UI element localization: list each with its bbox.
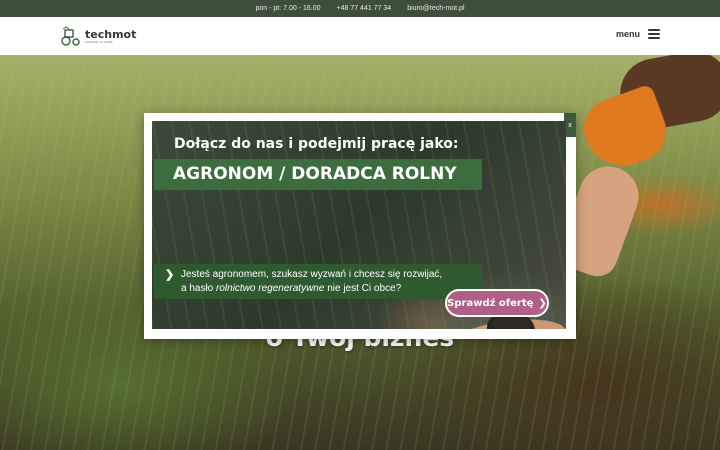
banner-info-line1: Jesteś agronomem, szukasz wyzwań i chces… <box>181 269 443 280</box>
chevron-right-icon: ❯ <box>538 297 547 309</box>
banner-role: AGRONOM / DORADCA ROLNY <box>154 159 482 190</box>
phone-link[interactable]: +48 77 441 77 34 <box>337 5 392 12</box>
banner-info-line2: a hasło rolnictwo regeneratywne nie jest… <box>181 282 482 296</box>
chevron-right-icon: ❯ <box>165 269 175 281</box>
opening-hours: pon - pt: 7.00 - 16.00 <box>255 5 321 12</box>
info-line2-prefix: a hasło <box>181 283 217 294</box>
top-contact-bar: pon - pt: 7.00 - 16.00 +48 77 441 77 34 … <box>0 0 720 17</box>
banner-title: Dołącz do nas i podejmij pracę jako: <box>174 136 459 152</box>
info-line2-emphasis: rolnictwo regeneratywne <box>216 283 325 294</box>
banner-info-box: ❯ Jesteś agronomem, szukasz wyzwań i chc… <box>154 264 482 299</box>
menu-label: menu <box>615 29 640 39</box>
menu-button[interactable]: menu <box>616 29 660 39</box>
info-line2-suffix: nie jest Ci obce? <box>324 283 402 294</box>
logo[interactable]: techmot ZAWSZE W GRZE <box>60 25 136 47</box>
hamburger-icon <box>648 29 660 39</box>
check-offer-label: Sprawdź ofertę <box>447 297 534 309</box>
navbar: techmot ZAWSZE W GRZE menu <box>0 17 720 55</box>
tractor-logo-icon <box>61 26 80 46</box>
logo-text: techmot <box>85 27 137 41</box>
email-link[interactable]: biuro@tech-mot.pl <box>407 5 464 12</box>
check-offer-button[interactable]: Sprawdź ofertę ❯ <box>445 289 549 317</box>
